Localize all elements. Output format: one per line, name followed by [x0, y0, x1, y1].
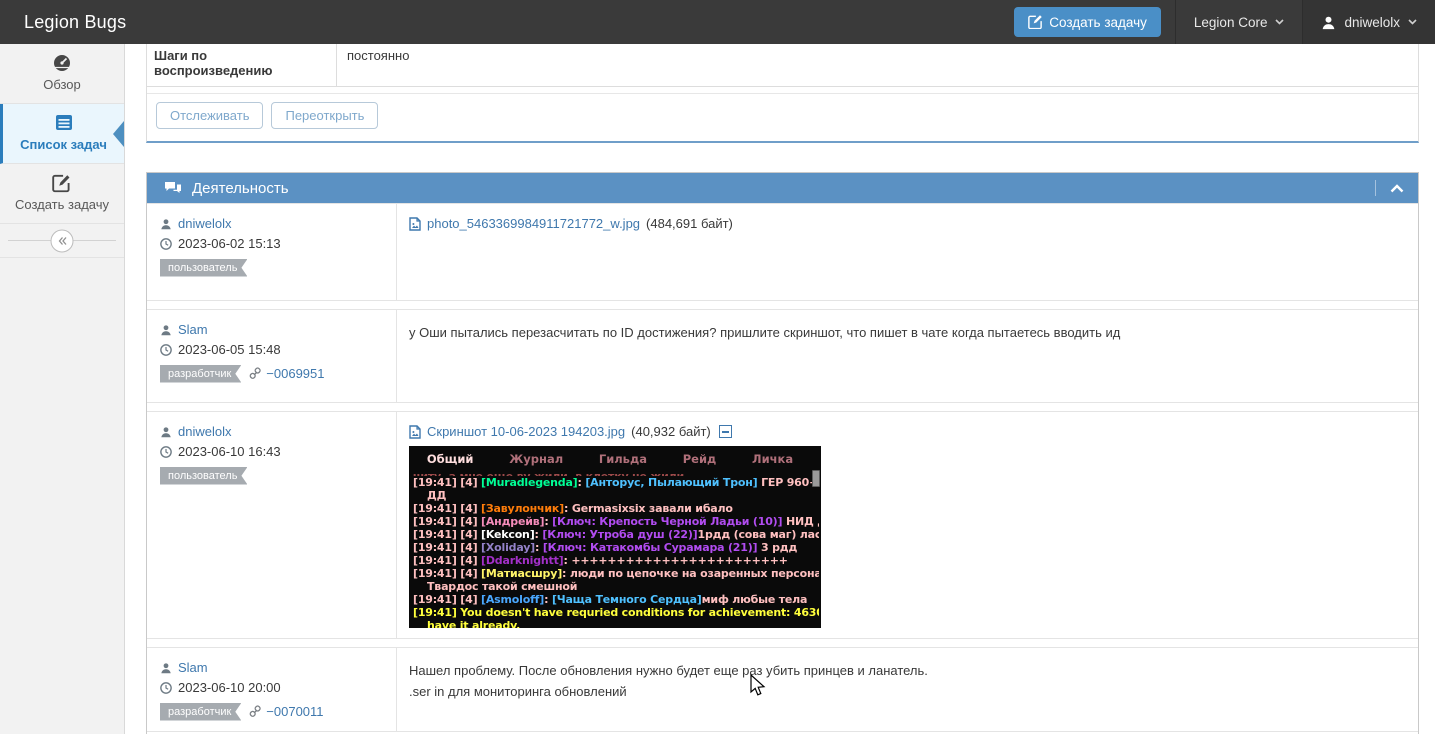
chat-line: ДД [413, 489, 819, 502]
comments-icon [164, 181, 182, 195]
comment-date: 2023-06-10 16:43 [178, 444, 281, 459]
top-navbar: Legion Bugs Создать задачу Legion Core d… [0, 0, 1435, 44]
comment-row: dniwelolx 2023-06-10 16:43 пользователь … [147, 411, 1418, 638]
app-title: Legion Bugs [0, 12, 126, 33]
activity-header: Деятельность [147, 173, 1418, 203]
comment-date: 2023-06-05 15:48 [178, 342, 281, 357]
row-spacer [147, 638, 1418, 647]
table-spacer [147, 87, 1418, 94]
chat-line: [19:41] [4] [Asmoloff]: [Чаща Темного Се… [413, 593, 819, 606]
field-value-steps-to-reproduce: постоянно [337, 44, 1418, 86]
chat-line: [19:41] [4] [Матиасшру]: люди по цепочке… [413, 567, 819, 580]
sidebar-item-overview[interactable]: Обзор [0, 44, 124, 104]
clock-icon [160, 682, 172, 694]
reopen-button[interactable]: Переоткрыть [271, 102, 378, 129]
sidebar-collapse-row [0, 224, 124, 258]
chat-line: [19:41] You doesn't have requried condit… [413, 606, 819, 619]
role-badge: пользователь [160, 259, 247, 277]
comment-row: Slam 2023-06-05 15:48 разработчик −00699… [147, 309, 1418, 402]
role-badge: разработчик [160, 703, 241, 721]
role-badge: пользователь [160, 467, 247, 485]
file-image-icon [409, 425, 421, 439]
clock-icon [160, 344, 172, 356]
chevron-down-icon [1275, 19, 1284, 25]
chat-tab: Общий [427, 452, 474, 466]
chevron-up-icon [1390, 184, 1404, 193]
role-badge: разработчик [160, 365, 241, 383]
collapse-attachment-icon[interactable] [719, 425, 732, 438]
row-spacer [147, 402, 1418, 411]
note-id-link[interactable]: −0070011 [266, 704, 323, 719]
attachment-image-preview: Общий Журнал Гильда Рейд Личка читу, а м… [409, 446, 821, 628]
monitor-button[interactable]: Отслеживать [156, 102, 263, 129]
clock-icon [160, 446, 172, 458]
chat-line: [19:41] [4] [Андрейв]: [Ключ: Крепость Ч… [413, 515, 819, 528]
comment-date: 2023-06-10 20:00 [178, 680, 281, 695]
chat-lines: читу, а мне еще ву жили, в клетку не жил… [413, 470, 819, 628]
sidebar: Обзор Список задач Создать задачу [0, 44, 125, 734]
chat-tab: Рейд [683, 452, 717, 466]
row-spacer [147, 300, 1418, 309]
create-issue-button[interactable]: Создать задачу [1014, 7, 1161, 37]
user-icon [1321, 15, 1336, 30]
comment-author-link[interactable]: Slam [178, 322, 208, 337]
comment-row: dniwelolx 2023-06-02 15:13 пользователь … [147, 203, 1418, 300]
chat-tab: Личка [752, 452, 793, 466]
pencil-square-icon [51, 173, 73, 193]
comment-author-link[interactable]: dniwelolx [178, 216, 231, 231]
chevron-down-icon [1408, 19, 1417, 25]
chat-tabs: Общий Журнал Гильда Рейд Личка [409, 452, 811, 466]
activity-panel: Деятельность dniwelolx [146, 172, 1419, 734]
sidebar-item-issue-list[interactable]: Список задач [0, 104, 124, 164]
sidebar-item-create-issue[interactable]: Создать задачу [0, 164, 124, 224]
user-menu[interactable]: dniwelolx [1302, 0, 1435, 44]
link-icon [249, 367, 262, 380]
chat-line: [19:41] [4] [Kekcon]: [Ключ: Утроба душ … [413, 528, 819, 541]
panel-footer-strip [147, 731, 1418, 734]
main-content: Шаги по воспроизведению постоянно Отслеж… [125, 44, 1435, 734]
attachment-size: (484,691 байт) [646, 216, 733, 231]
attachment-link[interactable]: photo_5463369984911721772_w.jpg [427, 216, 640, 231]
comment-text: у Оши пытались перезасчитать по ID дости… [409, 322, 1406, 343]
chat-line: Твардос такой смешной [413, 580, 819, 593]
chat-tab: Журнал [509, 452, 563, 466]
pencil-square-icon [1028, 15, 1042, 29]
list-icon [53, 113, 75, 133]
attachment-link[interactable]: Скриншот 10-06-2023 194203.jpg [427, 424, 625, 439]
project-menu[interactable]: Legion Core [1175, 0, 1303, 44]
file-image-icon [409, 217, 421, 231]
activity-title: Деятельность [192, 180, 289, 197]
issue-details-panel: Шаги по воспроизведению постоянно Отслеж… [146, 44, 1419, 143]
comment-text-line: .ser in для мониторинга обновлений [409, 681, 1406, 702]
chat-line: [19:41] [4] [Xoliday]: [Ключ: Катакомбы … [413, 541, 819, 554]
chat-line: [19:41] [4] [Muradlegenda]: [Анторус, Пы… [413, 476, 819, 489]
note-id-link[interactable]: −0069951 [266, 366, 324, 381]
user-icon [160, 218, 172, 230]
comment-text-line: Нашел проблему. После обновления нужно б… [409, 660, 1406, 681]
comment-author-link[interactable]: Slam [178, 660, 208, 675]
comment-date: 2023-06-02 15:13 [178, 236, 281, 251]
field-label-steps-to-reproduce: Шаги по воспроизведению [147, 44, 337, 86]
dashboard-icon [51, 53, 73, 73]
chat-scrollbar-thumb [812, 470, 820, 487]
attachment-size: (40,932 байт) [631, 424, 711, 439]
chat-line: have it already. [413, 619, 819, 628]
double-chevron-left-icon [57, 236, 67, 245]
user-icon [160, 426, 172, 438]
comment-row: Slam 2023-06-10 20:00 разработчик −00700… [147, 647, 1418, 731]
active-item-arrow [113, 121, 124, 147]
chat-tab: Гильда [599, 452, 647, 466]
chat-line: [19:41] [4] [Завулончик]: Germasixsix за… [413, 502, 819, 515]
chat-line: [19:41] [4] [Ddarknightt]: +++++++++++++… [413, 554, 819, 567]
sidebar-collapse-button[interactable] [51, 229, 74, 252]
clock-icon [160, 238, 172, 250]
user-icon [160, 662, 172, 674]
link-icon [249, 705, 262, 718]
collapse-panel-button[interactable] [1376, 173, 1418, 203]
user-icon [160, 324, 172, 336]
comment-author-link[interactable]: dniwelolx [178, 424, 231, 439]
